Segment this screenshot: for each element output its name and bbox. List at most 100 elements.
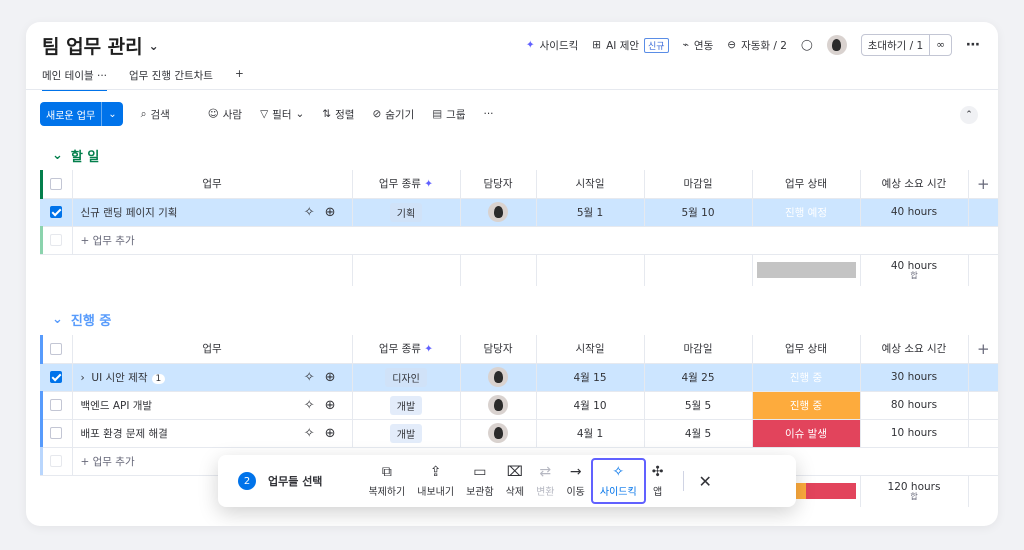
upload-icon: ⇪	[429, 464, 442, 480]
tab-more-icon[interactable]: ···	[97, 70, 107, 82]
chevron-down-icon[interactable]: ⌄	[52, 312, 63, 327]
due-date[interactable]: 4월 25	[644, 363, 753, 392]
column-header-type[interactable]: 업무 종류 ✦	[352, 170, 461, 199]
column-header-status[interactable]: 업무 상태	[752, 335, 861, 364]
sort-button[interactable]: ⇅ 정렬	[322, 107, 354, 122]
column-header-due[interactable]: 마감일	[644, 335, 753, 364]
convert-button[interactable]: ⇄ 변환	[530, 464, 560, 498]
column-header-owner[interactable]: 담당자	[460, 335, 537, 364]
chevron-down-icon[interactable]: ⌄	[52, 148, 63, 163]
table-row[interactable]: 신규 랜딩 페이지 기획 ✧ ⊕ 기획 5월 1 5월 10 진행 예정 40 ho…	[40, 198, 998, 227]
chevron-down-icon[interactable]: ⌄	[149, 39, 159, 53]
due-date[interactable]: 5월 10	[644, 198, 753, 227]
column-header-start[interactable]: 시작일	[536, 335, 645, 364]
table-row[interactable]: 배포 환경 문제 해결 ✧ ⊕ 개발 4월 1 4월 5 이슈 발생 10 hour…	[40, 419, 998, 448]
delete-button[interactable]: ⌧ 삭제	[500, 464, 530, 498]
group-button[interactable]: ▤ 그룹	[432, 107, 465, 122]
status-badge[interactable]: 진행 중	[752, 391, 861, 420]
chevron-down-icon[interactable]: ⌄	[101, 102, 122, 126]
start-date[interactable]: 4월 15	[536, 363, 645, 392]
row-checkbox[interactable]	[49, 371, 62, 383]
link-icon[interactable]: ∞	[929, 35, 951, 55]
export-button[interactable]: ⇪ 내보내기	[411, 464, 460, 498]
integrate-button[interactable]: ⌁ 연동	[683, 38, 714, 53]
archive-button[interactable]: ▭ 보관함	[460, 464, 500, 498]
comment-icon[interactable]: ◯	[801, 39, 813, 51]
board-title-text: 팀 업무 관리	[42, 36, 143, 58]
sparkle-icon[interactable]: ✧	[304, 426, 315, 441]
column-header-type[interactable]: 업무 종류 ✦	[352, 335, 461, 364]
row-checkbox[interactable]	[49, 399, 62, 411]
sidekick-header-button[interactable]: ✦ 사이드킥	[526, 38, 578, 53]
person-filter-button[interactable]: ☺ 사람	[208, 107, 242, 122]
ai-suggest-button[interactable]: ⊞ AI 제안 신규	[592, 37, 669, 53]
row-checkbox[interactable]	[49, 206, 62, 218]
row-checkbox[interactable]	[49, 427, 62, 439]
add-column-icon[interactable]: +	[977, 175, 990, 193]
duplicate-button[interactable]: ⧉ 복제하기	[362, 464, 411, 498]
add-tab-button[interactable]: +	[235, 68, 244, 91]
table-row[interactable]: 백엔드 API 개발 ✧ ⊕ 개발 4월 10 5월 5 진행 중 80 hours	[40, 391, 998, 420]
add-item-input[interactable]: + 업무 추가	[72, 226, 998, 255]
select-all-checkbox[interactable]	[49, 177, 62, 190]
apps-button[interactable]: ✣ 앱	[646, 464, 670, 498]
type-chip: 개발	[389, 395, 423, 415]
column-header-start[interactable]: 시작일	[536, 170, 645, 199]
time-estimate[interactable]: 80 hours	[860, 391, 969, 420]
close-icon[interactable]: ✕	[698, 472, 711, 491]
task-name[interactable]: UI 시안 제작	[91, 372, 147, 384]
column-header-task[interactable]: 업무	[72, 335, 353, 364]
due-date[interactable]: 5월 5	[644, 391, 753, 420]
search-button[interactable]: ⌕ 검색	[141, 107, 170, 122]
hide-button[interactable]: ⊘ 숨기기	[372, 107, 414, 122]
filter-button[interactable]: ▽ 필터 ⌄	[260, 107, 304, 122]
select-all-checkbox[interactable]	[49, 342, 62, 355]
column-header-task[interactable]: 업무	[72, 170, 353, 199]
task-name[interactable]: 배포 환경 문제 해결	[81, 426, 168, 441]
avatar[interactable]	[826, 35, 847, 55]
time-estimate[interactable]: 30 hours	[860, 363, 969, 392]
column-header-status[interactable]: 업무 상태	[752, 170, 861, 199]
view-tabs: 메인 테이블 ··· 업무 진행 간트차트 +	[42, 68, 244, 91]
status-badge[interactable]: 이슈 발생	[752, 419, 861, 448]
sparkle-icon[interactable]: ✧	[304, 370, 315, 385]
column-header-owner[interactable]: 담당자	[460, 170, 537, 199]
sparkle-icon[interactable]: ✧	[304, 398, 315, 413]
status-badge[interactable]: 진행 중	[752, 363, 861, 392]
bulk-action-bar: 2 업무들 선택 ⧉ 복제하기 ⇪ 내보내기 ▭ 보관함 ⌧ 삭제 ⇄ 변환 → 이동 ✧ 사…	[218, 455, 796, 507]
new-item-button[interactable]: 새로운 업무 ⌄	[40, 102, 123, 126]
group-title-todo[interactable]: ⌄ 할 일	[52, 146, 99, 165]
time-estimate[interactable]: 40 hours	[860, 198, 969, 227]
sparkle-icon[interactable]: ✧	[304, 205, 315, 220]
time-estimate[interactable]: 10 hours	[860, 419, 969, 448]
add-update-icon[interactable]: ⊕	[325, 205, 336, 220]
column-header-time[interactable]: 예상 소요 시간	[860, 170, 969, 199]
add-update-icon[interactable]: ⊕	[325, 370, 336, 385]
more-icon[interactable]: ⋯	[966, 37, 980, 53]
due-date[interactable]: 4월 5	[644, 419, 753, 448]
start-date[interactable]: 4월 1	[536, 419, 645, 448]
status-badge[interactable]: 진행 예정	[752, 198, 861, 227]
collapse-icon[interactable]: ⌃	[960, 106, 978, 124]
sidekick-button[interactable]: ✧ 사이드킥	[590, 458, 646, 504]
task-name[interactable]: 백엔드 API 개발	[81, 398, 153, 413]
table-row[interactable]: › UI 시안 제작 1 ✧ ⊕ 디자인 4월 15 4월 25 진행 중 30 ho…	[40, 363, 998, 392]
board-title[interactable]: 팀 업무 관리 ⌄	[42, 32, 159, 59]
start-date[interactable]: 5월 1	[536, 198, 645, 227]
column-header-due[interactable]: 마감일	[644, 170, 753, 199]
toolbar-more-icon[interactable]: ···	[483, 108, 493, 120]
move-button[interactable]: → 이동	[560, 464, 590, 498]
add-update-icon[interactable]: ⊕	[325, 398, 336, 413]
task-name[interactable]: 신규 랜딩 페이지 기획	[81, 205, 178, 220]
chevron-right-icon[interactable]: ›	[81, 372, 85, 384]
start-date[interactable]: 4월 10	[536, 391, 645, 420]
group-title-in-progress[interactable]: ⌄ 진행 중	[52, 310, 111, 329]
invite-button[interactable]: 초대하기 / 1 ∞	[860, 34, 952, 56]
tab-gantt[interactable]: 업무 진행 간트차트	[129, 68, 213, 91]
avatar	[488, 423, 508, 443]
column-header-time[interactable]: 예상 소요 시간	[860, 335, 969, 364]
add-update-icon[interactable]: ⊕	[325, 426, 336, 441]
tab-main-table[interactable]: 메인 테이블 ···	[42, 68, 107, 91]
add-column-icon[interactable]: +	[977, 340, 990, 358]
automate-button[interactable]: ⊖ 자동화 / 2	[727, 38, 787, 53]
